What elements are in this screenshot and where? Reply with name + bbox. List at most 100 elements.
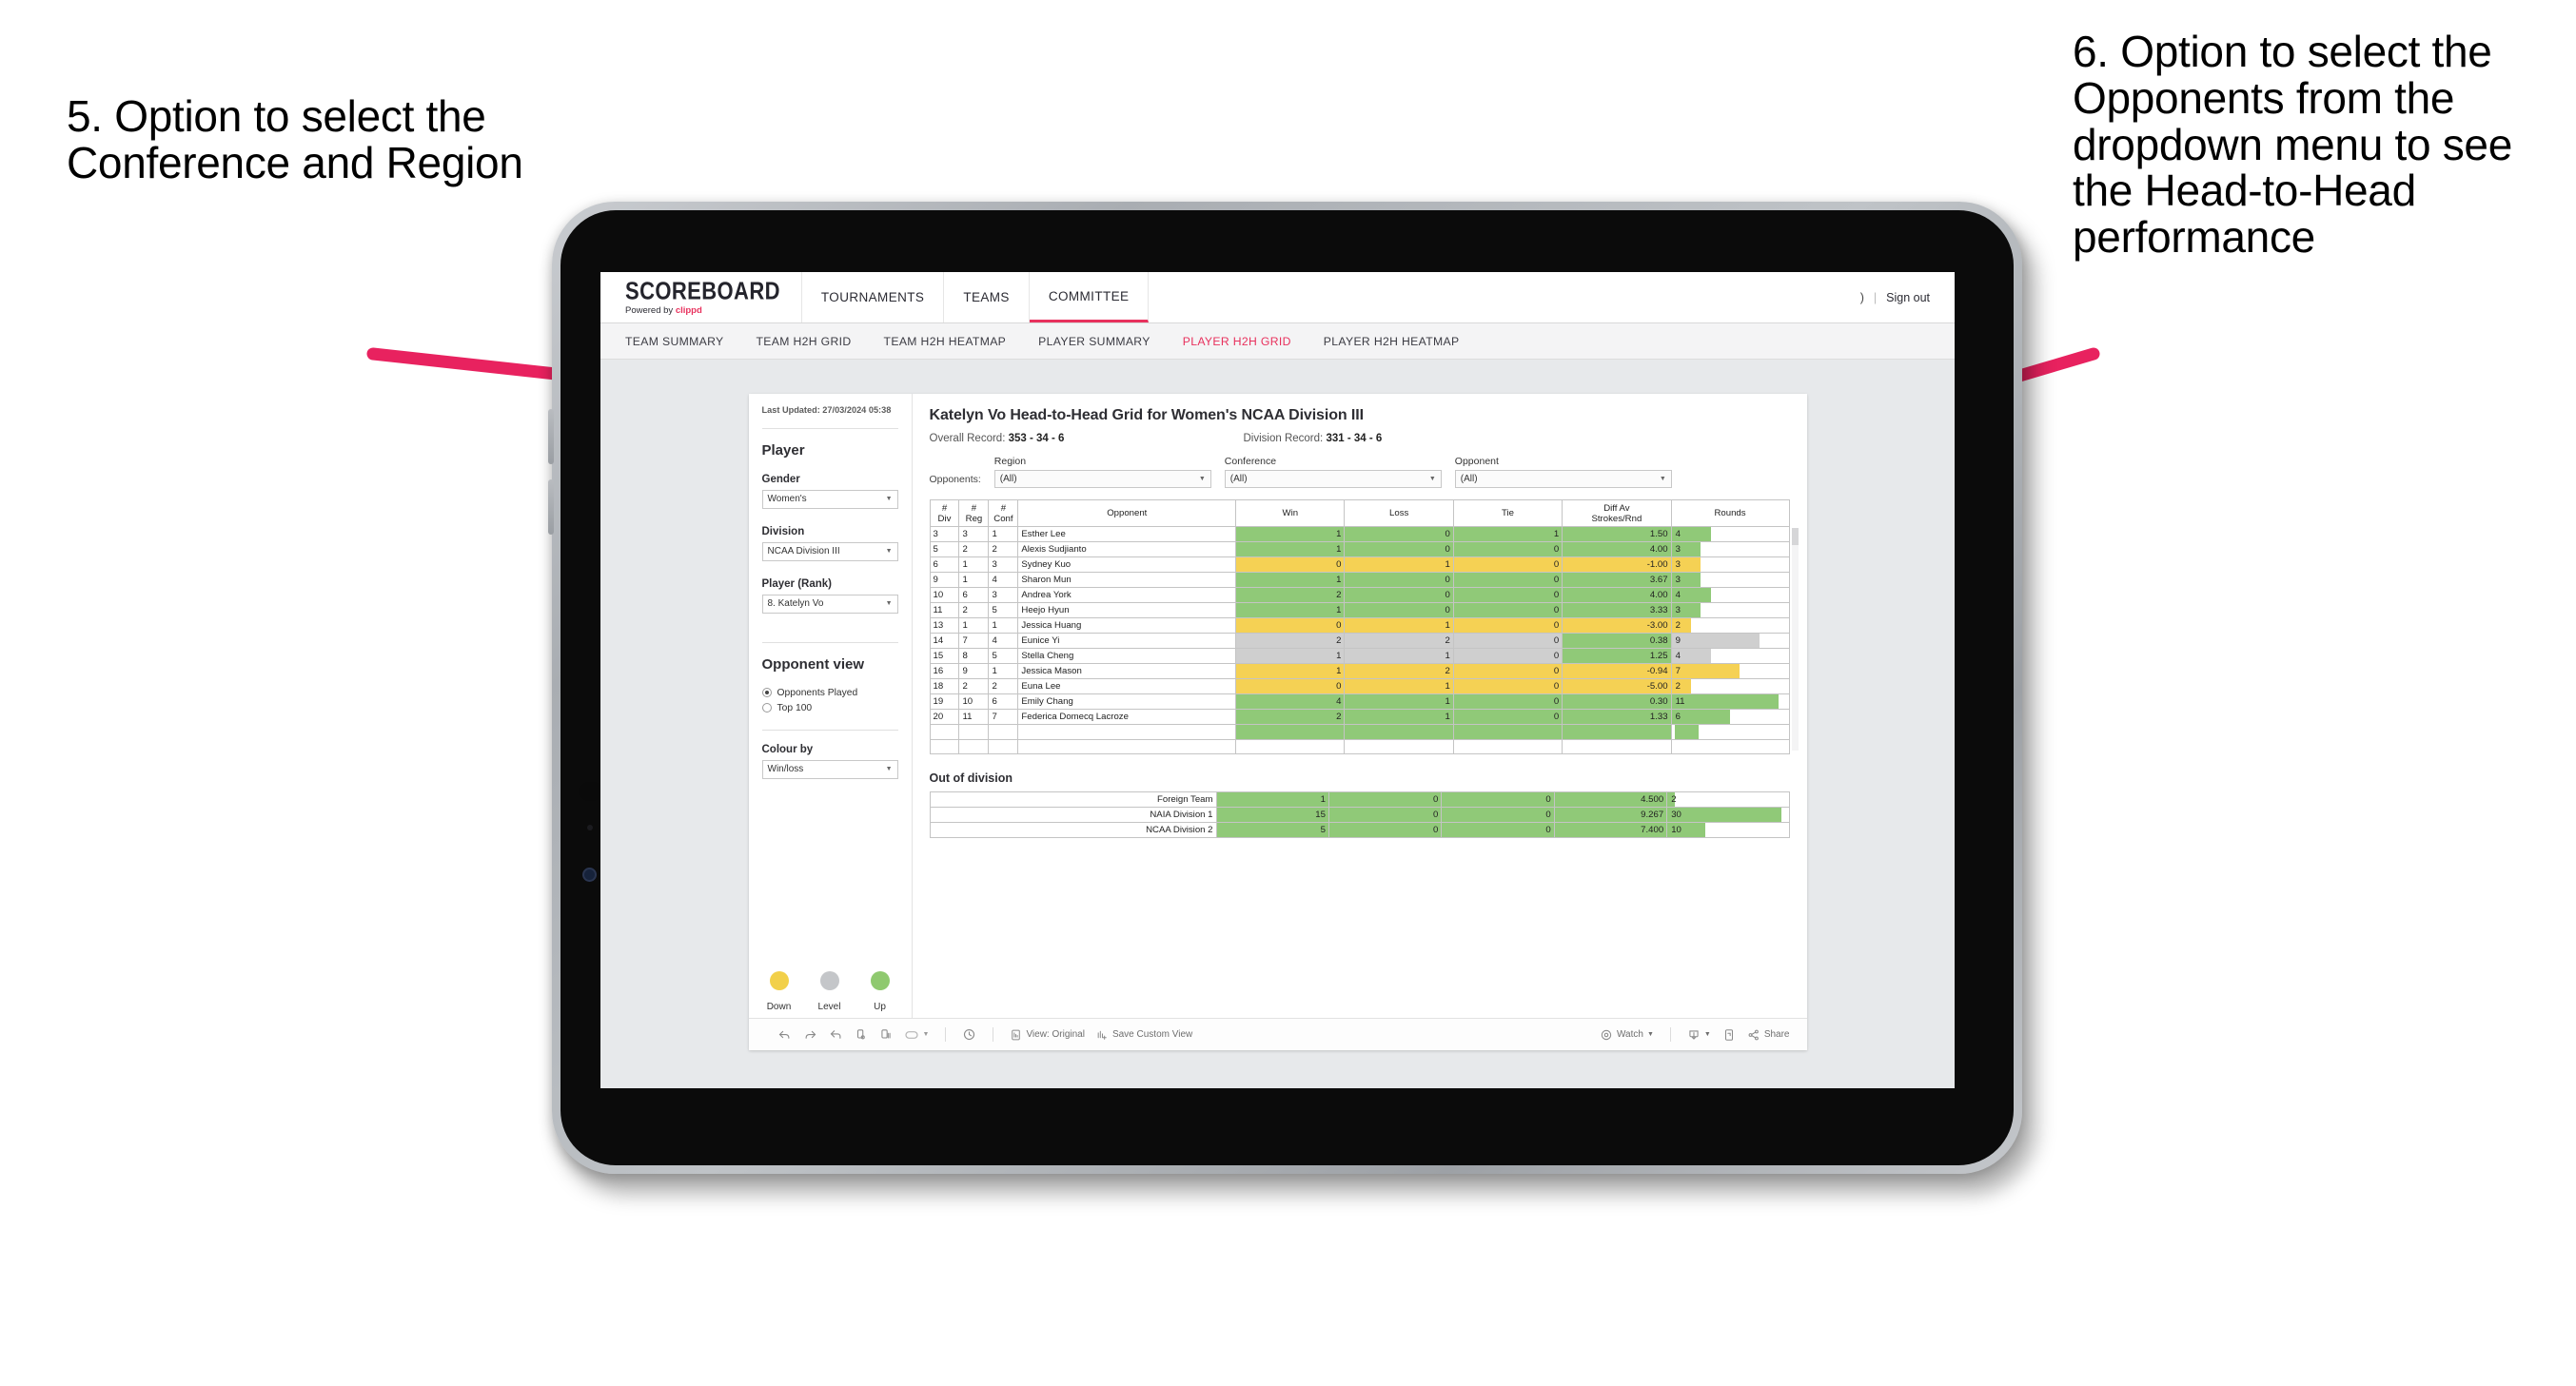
col-header-conf-line1: # (1000, 502, 1007, 514)
out-of-division-row[interactable]: Foreign Team 1 0 0 4.500 2 (929, 791, 1790, 808)
table-row[interactable]: 9 1 4 Sharon Mun 1 0 0 3.67 3 (929, 572, 1790, 588)
cell-diff-av-strokes: 0.30 (1562, 693, 1672, 710)
table-row[interactable]: 10 6 3 Andrea York 2 0 0 4.00 4 (929, 587, 1790, 603)
nav-item-tournaments[interactable]: TOURNAMENTS (802, 272, 945, 322)
opponent-filter-select[interactable]: (All) ▼ (1454, 470, 1672, 488)
cell-diff-av-strokes: 3.67 (1562, 572, 1672, 588)
volume-button-down (548, 479, 554, 535)
table-row[interactable]: 15 8 5 Stella Cheng 1 1 0 1.25 4 (929, 648, 1790, 664)
radio-icon-selected (761, 688, 772, 697)
filter-sidebar: Last Updated: 27/03/2024 05:38 Player Ge… (749, 394, 913, 1018)
col-header-tie[interactable]: Tie (1452, 499, 1563, 527)
fullscreen-button[interactable] (1722, 1028, 1736, 1042)
table-row[interactable]: 18 2 2 Euna Lee 0 1 0 -5.00 2 (929, 678, 1790, 694)
out-of-division-row[interactable]: NCAA Division 2 5 0 0 7.400 10 (929, 822, 1790, 838)
cell-conf: 5 (988, 648, 1019, 664)
cell-ood-win: 15 (1215, 807, 1329, 823)
cell-opponent: Jessica Huang (1017, 617, 1237, 634)
share-button[interactable]: Share (1747, 1028, 1790, 1042)
pause-auto-updates-icon[interactable] (879, 1027, 893, 1042)
table-row[interactable]: 19 10 6 Emily Chang 4 1 0 0.30 11 (929, 693, 1790, 710)
radio-top-100[interactable]: Top 100 (761, 702, 898, 713)
tab-team-summary[interactable]: TEAM SUMMARY (625, 335, 724, 348)
col-header-win[interactable]: Win (1235, 499, 1346, 527)
cell-rounds: 2 (1670, 617, 1790, 634)
col-header-loss[interactable]: Loss (1344, 499, 1454, 527)
tab-player-summary[interactable]: PLAYER SUMMARY (1038, 335, 1150, 348)
cell-loss: 1 (1344, 693, 1454, 710)
cell-partial (1235, 724, 1346, 740)
col-header-rounds[interactable]: Rounds (1670, 499, 1790, 527)
clock-history-icon[interactable] (962, 1027, 976, 1042)
division-select[interactable]: NCAA Division III ▼ (761, 541, 898, 561)
cell-ood-loss: 0 (1327, 807, 1443, 823)
download-button[interactable]: ▼ (1687, 1028, 1711, 1042)
toolbar-divider-1 (945, 1027, 947, 1042)
radio-opponents-played-label: Opponents Played (777, 687, 858, 698)
region-filter: Region (All) ▼ (993, 456, 1211, 488)
watch-button[interactable]: Watch ▼ (1600, 1028, 1654, 1042)
col-header-opponent[interactable]: Opponent (1017, 499, 1237, 527)
nav-item-committee[interactable]: COMMITTEE (1029, 272, 1150, 322)
gender-select[interactable]: Women's ▼ (761, 489, 898, 509)
cell-ood-rounds: 2 (1666, 791, 1790, 808)
cell-win: 1 (1235, 526, 1346, 542)
tab-player-h2h-heatmap[interactable]: PLAYER H2H HEATMAP (1324, 335, 1460, 348)
table-row[interactable]: 20 11 7 Federica Domecq Lacroze 2 1 0 1.33 6 (929, 709, 1790, 725)
tab-player-h2h-grid[interactable]: PLAYER H2H GRID (1183, 335, 1291, 348)
cell-div: 13 (929, 617, 960, 634)
col-header-diff-av-strokes[interactable]: Diff Av Strokes/Rnd (1562, 499, 1672, 527)
view-original-button[interactable]: View: Original (1010, 1028, 1085, 1042)
cell-reg: 9 (958, 663, 990, 679)
table-row[interactable]: 13 1 1 Jessica Huang 0 1 0 -3.00 2 (929, 617, 1790, 634)
cell-loss: 2 (1344, 663, 1454, 679)
cell-win: 1 (1235, 602, 1346, 618)
app-logo[interactable]: SCOREBOARD Powered by clippd (600, 272, 802, 322)
table-row[interactable]: 11 2 5 Heejo Hyun 1 0 0 3.33 3 (929, 602, 1790, 618)
cell-loss: 0 (1344, 526, 1454, 542)
table-row[interactable]: 5 2 2 Alexis Sudjianto 1 0 0 4.00 3 (929, 541, 1790, 557)
refresh-data-icon[interactable] (855, 1027, 868, 1042)
cell-win: 2 (1235, 633, 1346, 649)
col-header-reg[interactable]: # Reg (958, 499, 990, 527)
out-of-division-body: Foreign Team 1 0 0 4.500 2 NAIA Division 1 15 0 0… (929, 791, 1790, 838)
save-custom-view-button[interactable]: Save Custom View (1096, 1028, 1192, 1042)
colour-by-field: Colour by Win/loss ▼ (761, 744, 898, 779)
revert-icon[interactable] (829, 1027, 843, 1042)
redo-icon[interactable] (803, 1027, 817, 1042)
user-menu-glyph[interactable]: ) (1860, 291, 1864, 304)
table-row[interactable]: 3 3 1 Esther Lee 1 0 1 1.50 4 (929, 526, 1790, 542)
division-field: Division NCAA Division III ▼ (761, 526, 898, 561)
radio-top-100-label: Top 100 (777, 702, 813, 713)
table-row[interactable]: 6 1 3 Sydney Kuo 0 1 0 -1.00 3 (929, 556, 1790, 573)
tab-team-h2h-grid[interactable]: TEAM H2H GRID (757, 335, 852, 348)
conference-filter-select[interactable]: (All) ▼ (1224, 470, 1442, 488)
player-rank-select[interactable]: 8. Katelyn Vo ▼ (761, 594, 898, 614)
nav-item-teams[interactable]: TEAMS (944, 272, 1030, 322)
sidebar-heading-player: Player (761, 441, 805, 459)
chevron-down-icon: ▼ (885, 600, 893, 607)
col-header-conf[interactable]: # Conf (988, 499, 1019, 527)
sign-out-link[interactable]: Sign out (1886, 291, 1930, 304)
chevron-down-icon: ▼ (922, 1031, 930, 1038)
cell-conf: 6 (988, 693, 1019, 710)
tab-team-h2h-heatmap[interactable]: TEAM H2H HEATMAP (884, 335, 1007, 348)
grid-scrollbar[interactable] (1791, 528, 1799, 751)
grid-scrollbar-thumb[interactable] (1791, 528, 1799, 545)
colour-by-select[interactable]: Win/loss ▼ (761, 759, 898, 779)
cell-empty (1452, 739, 1563, 754)
pan-tool-icon[interactable]: ▼ (904, 1029, 930, 1041)
region-filter-select[interactable]: (All) ▼ (993, 470, 1211, 488)
table-row[interactable]: 16 9 1 Jessica Mason 1 2 0 -0.94 7 (929, 663, 1790, 679)
table-row[interactable]: 14 7 4 Eunice Yi 2 2 0 0.38 9 (929, 633, 1790, 649)
radio-opponents-played[interactable]: Opponents Played (761, 687, 898, 698)
view-original-label: View: Original (1026, 1029, 1085, 1040)
out-of-division-row[interactable]: NAIA Division 1 15 0 0 9.267 30 (929, 807, 1790, 823)
col-header-div[interactable]: # Div (929, 499, 960, 527)
primary-nav: TOURNAMENTS TEAMS COMMITTEE (802, 272, 1150, 322)
cell-div: 11 (929, 602, 960, 618)
cell-diff-av-strokes: -5.00 (1562, 678, 1672, 694)
cell-conf: 1 (988, 526, 1019, 542)
undo-icon[interactable] (777, 1027, 792, 1042)
cell-div: 5 (929, 541, 960, 557)
